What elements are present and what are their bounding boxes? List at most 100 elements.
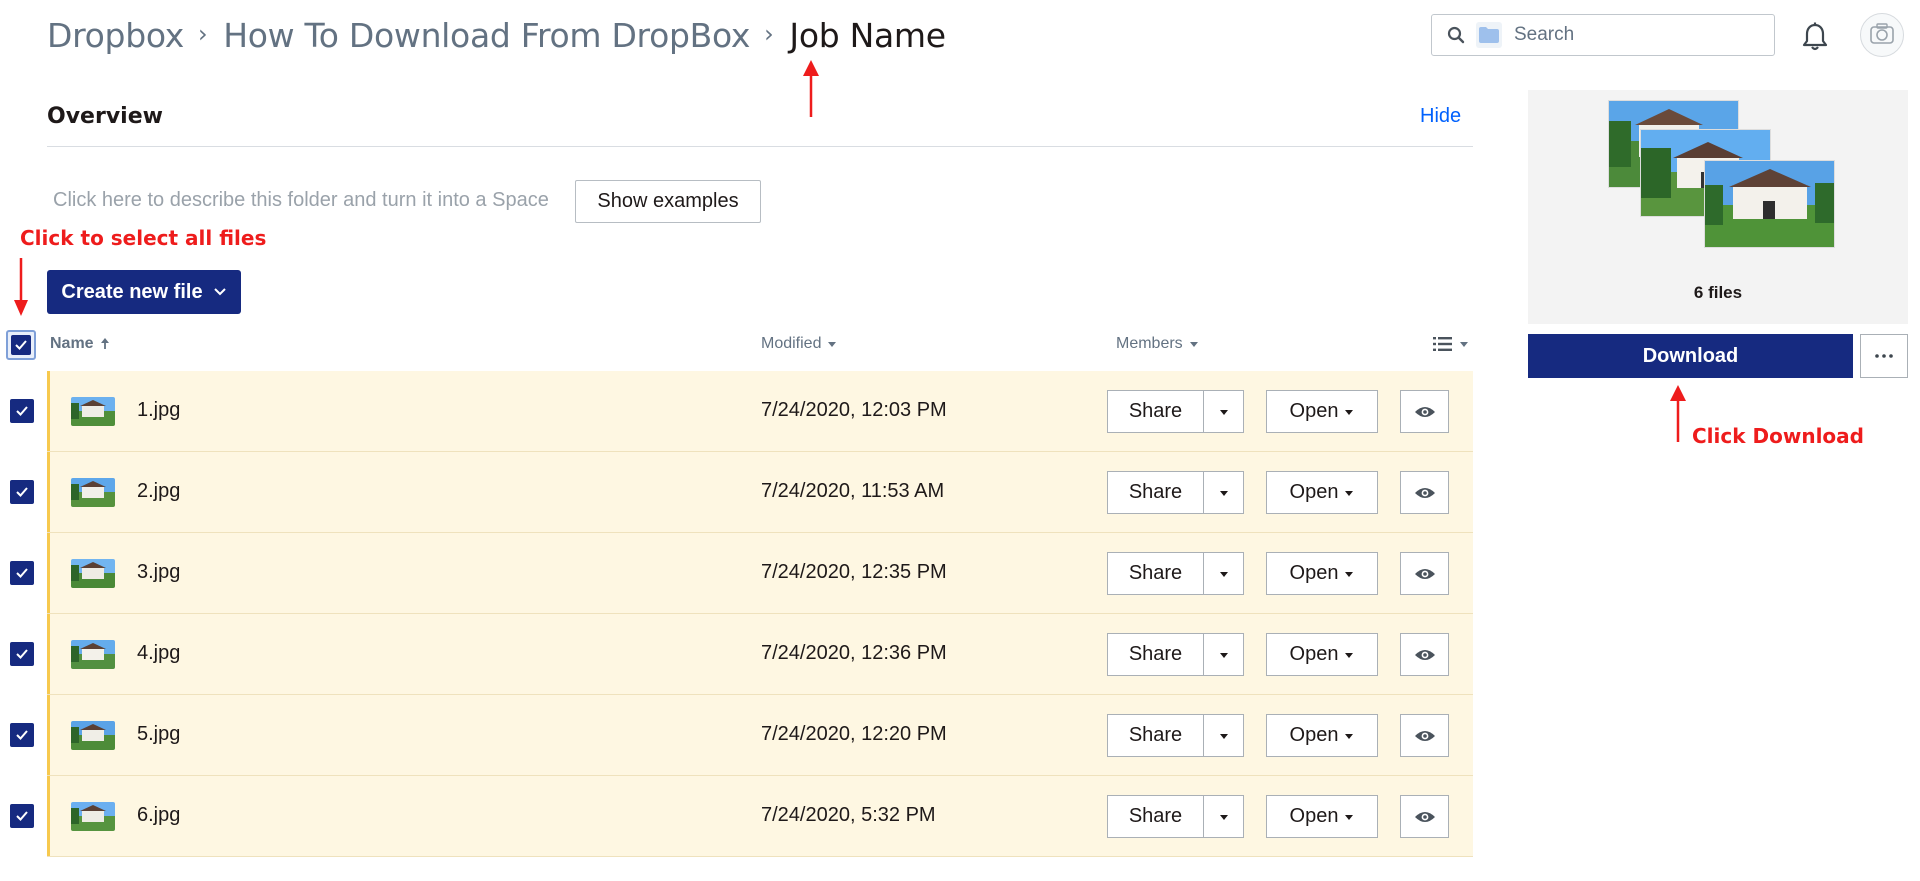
preview-button[interactable] [1400,390,1449,433]
caret-down-icon [1219,490,1228,496]
column-modified-label: Modified [761,335,822,352]
preview-button[interactable] [1400,471,1449,514]
chevron-down-icon [213,288,226,296]
preview-button[interactable] [1400,714,1449,757]
share-button[interactable]: Share [1108,715,1204,756]
more-options-button[interactable] [1860,334,1908,378]
open-button[interactable]: Open [1266,471,1378,514]
caret-down-icon [1219,814,1228,820]
share-button-group: Share [1107,471,1244,514]
checkmark-icon [16,730,28,740]
column-members-label: Members [1116,335,1183,352]
breadcrumb-root[interactable]: Dropbox [47,16,184,55]
file-name[interactable]: 3.jpg [137,561,180,584]
file-name[interactable]: 4.jpg [137,642,180,665]
row-checkbox[interactable] [10,480,34,504]
file-name[interactable]: 1.jpg [137,399,180,422]
open-button[interactable]: Open [1266,795,1378,838]
folder-icon [1476,22,1502,48]
folder-description-prompt[interactable]: Click here to describe this folder and t… [53,189,549,212]
eye-icon [1414,568,1435,579]
row-background [47,452,1473,532]
hide-overview-link[interactable]: Hide [1420,105,1461,128]
share-button-group: Share [1107,633,1244,676]
view-options-button[interactable] [1433,336,1469,352]
column-header-name[interactable]: Name [50,335,110,353]
avatar[interactable] [1860,13,1904,57]
search-box[interactable] [1431,14,1775,56]
row-background [47,695,1473,775]
annotation-arrow-down [14,258,28,316]
caret-down-icon [1345,490,1354,496]
table-row[interactable]: 4.jpg 7/24/2020, 12:36 PM Share Open [0,614,1473,695]
row-checkbox[interactable] [10,642,34,666]
share-dropdown-button[interactable] [1204,796,1243,837]
share-dropdown-button[interactable] [1204,634,1243,675]
open-label: Open [1289,481,1339,503]
file-thumbnail [71,721,115,750]
annotation-arrow-up [1670,385,1686,442]
show-examples-button[interactable]: Show examples [575,180,761,223]
share-button[interactable]: Share [1108,634,1204,675]
file-modified: 7/24/2020, 12:35 PM [761,561,947,583]
open-button[interactable]: Open [1266,390,1378,433]
column-header-members[interactable]: Members [1116,335,1199,353]
caret-down-icon [1219,652,1228,658]
file-name[interactable]: 6.jpg [137,804,180,827]
list-view-icon [1433,337,1452,351]
download-button[interactable]: Download [1528,334,1853,378]
column-name-label: Name [50,335,94,352]
row-background [47,371,1473,451]
preview-button[interactable] [1400,795,1449,838]
share-button[interactable]: Share [1108,796,1204,837]
file-name[interactable]: 5.jpg [137,723,180,746]
table-header: Name Modified Members [0,326,1473,366]
open-button[interactable]: Open [1266,633,1378,676]
file-modified: 7/24/2020, 12:20 PM [761,723,947,745]
divider [47,146,1473,147]
column-header-modified[interactable]: Modified [761,335,837,353]
share-button-group: Share [1107,552,1244,595]
caret-down-icon [1345,733,1354,739]
eye-icon [1414,730,1435,741]
share-dropdown-button[interactable] [1204,553,1243,594]
breadcrumb-parent[interactable]: How To Download From DropBox [223,16,750,55]
row-checkbox[interactable] [10,723,34,747]
table-row[interactable]: 6.jpg 7/24/2020, 5:32 PM Share Open [0,776,1473,857]
row-divider [47,856,1473,857]
open-button[interactable]: Open [1266,552,1378,595]
caret-down-icon [1345,571,1354,577]
table-row[interactable]: 2.jpg 7/24/2020, 11:53 AM Share Open [0,452,1473,533]
share-button[interactable]: Share [1108,553,1204,594]
checkmark-icon [16,568,28,578]
share-button[interactable]: Share [1108,391,1204,432]
file-modified: 7/24/2020, 11:53 AM [761,480,945,502]
preview-button[interactable] [1400,633,1449,676]
file-modified: 7/24/2020, 5:32 PM [761,804,936,826]
table-row[interactable]: 3.jpg 7/24/2020, 12:35 PM Share Open [0,533,1473,614]
file-name[interactable]: 2.jpg [137,480,180,503]
files-count: 6 files [1693,283,1743,302]
create-new-file-button[interactable]: Create new file [47,270,241,314]
table-row[interactable]: 1.jpg 7/24/2020, 12:03 PM Share Open [0,371,1473,452]
share-button-group: Share [1107,714,1244,757]
share-dropdown-button[interactable] [1204,472,1243,513]
search-input[interactable] [1512,23,1756,47]
share-dropdown-button[interactable] [1204,391,1243,432]
open-label: Open [1289,562,1339,584]
chevron-right-icon: › [764,20,774,48]
row-checkbox[interactable] [10,804,34,828]
open-label: Open [1289,724,1339,746]
table-row[interactable]: 5.jpg 7/24/2020, 12:20 PM Share Open [0,695,1473,776]
checkmark-icon [16,811,28,821]
preview-button[interactable] [1400,552,1449,595]
bell-icon[interactable] [1798,18,1832,56]
row-checkbox[interactable] [10,399,34,423]
share-button[interactable]: Share [1108,472,1204,513]
folder-preview[interactable]: 6 files [1528,90,1908,324]
eye-icon [1414,406,1435,417]
share-dropdown-button[interactable] [1204,715,1243,756]
open-button[interactable]: Open [1266,714,1378,757]
row-background [47,533,1473,613]
row-checkbox[interactable] [10,561,34,585]
